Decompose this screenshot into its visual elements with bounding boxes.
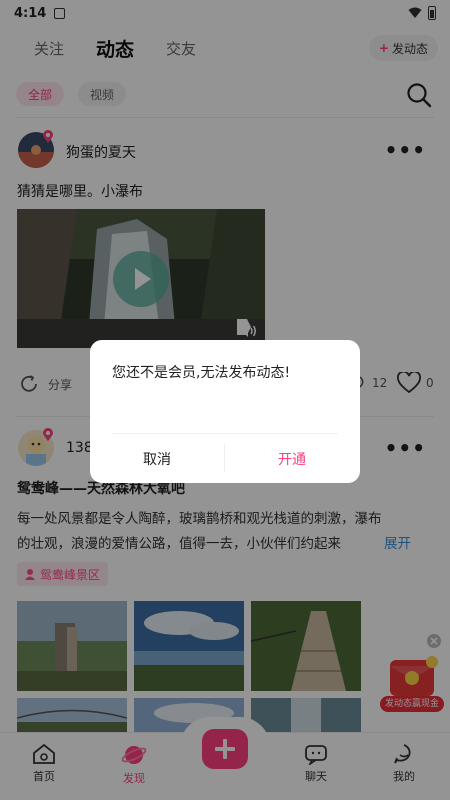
cancel-button[interactable]: 取消 — [102, 449, 212, 469]
membership-dialog: 您还不是会员,无法发布动态! 取消 开通 — [90, 340, 360, 483]
activate-membership-button[interactable]: 开通 — [237, 449, 347, 469]
dialog-button-divider — [224, 444, 225, 472]
dialog-divider — [112, 433, 338, 434]
dialog-message: 您还不是会员,无法发布动态! — [112, 365, 291, 381]
